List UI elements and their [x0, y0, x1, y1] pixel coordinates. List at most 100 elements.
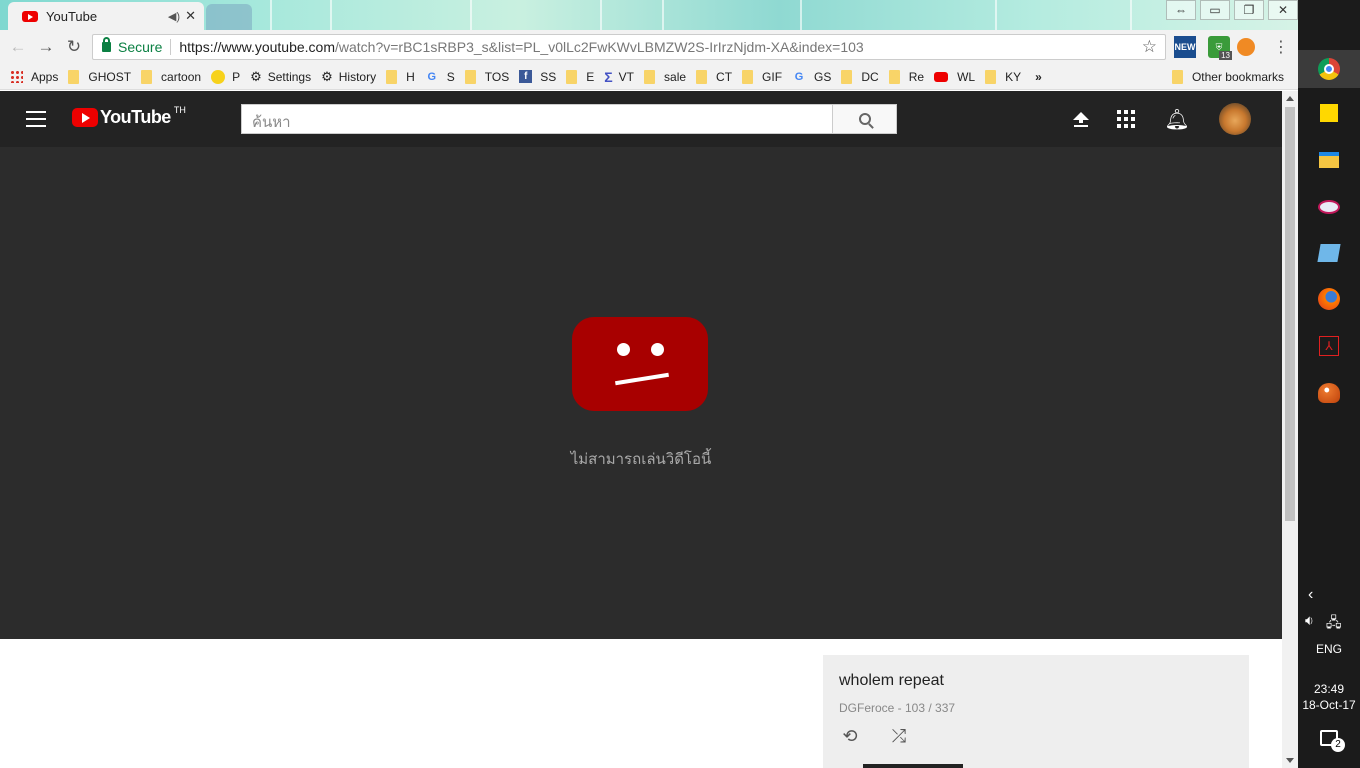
bookmark-ct[interactable]: CT: [696, 69, 732, 84]
search-button[interactable]: [832, 104, 897, 134]
bookmark-sale[interactable]: sale: [644, 69, 686, 84]
address-bar[interactable]: Secure https://www.youtube.com/watch?v=r…: [92, 34, 1166, 60]
google-translate-icon: G: [794, 70, 804, 83]
back-button[interactable]: ←: [4, 33, 32, 61]
shuffle-icon[interactable]: ⤮: [888, 725, 910, 747]
chrome-taskbar-icon[interactable]: [1298, 50, 1360, 88]
tab-close-icon[interactable]: ✕: [185, 8, 196, 24]
bookmark-re[interactable]: Re: [888, 69, 924, 84]
language-indicator[interactable]: ENG: [1298, 642, 1360, 656]
acrobat-pdf-icon[interactable]: ⅄: [1314, 331, 1344, 361]
page-content: wholem repeat DGFeroce - 103 / 337 ⟲ ⤮: [0, 639, 1282, 768]
loop-icon[interactable]: ⟲: [839, 725, 861, 747]
close-window-button[interactable]: ✕: [1268, 0, 1298, 20]
bookmark-cartoon[interactable]: cartoon: [141, 69, 201, 84]
chrome-window: YouTube ◀) ✕ ⇔ ▭ ❐ ✕ ← → ↻ Secure https:…: [0, 0, 1298, 768]
bookmark-apps[interactable]: Apps: [10, 70, 58, 84]
secure-label: Secure: [118, 39, 172, 55]
minimize-button[interactable]: ▭: [1200, 0, 1230, 20]
folder-icon: [841, 69, 853, 84]
apps-icon[interactable]: [1117, 110, 1135, 128]
scroll-down-arrow-icon[interactable]: [1286, 758, 1294, 763]
bookmark-wl[interactable]: WL: [934, 70, 975, 84]
bookmark-vt[interactable]: Σ VT: [604, 69, 634, 85]
url-path: /watch?v=rBC1sRBP3_s&list=PL_v0lLc2FwKWv…: [335, 39, 864, 55]
playlist-panel: wholem repeat DGFeroce - 103 / 337 ⟲ ⤮: [823, 655, 1249, 768]
upload-icon[interactable]: [1069, 107, 1093, 131]
sticky-notes-icon[interactable]: [1314, 98, 1344, 128]
resize-icon[interactable]: ⇔: [1166, 0, 1196, 20]
bookmark-star-icon[interactable]: ☆: [1142, 37, 1157, 57]
bookmark-ss[interactable]: f SS: [519, 70, 556, 84]
tray-expand-icon[interactable]: ‹: [1308, 586, 1313, 604]
clock-time: 23:49: [1313, 682, 1345, 696]
apps-grid-icon: [10, 70, 23, 83]
new-tab-button[interactable]: [206, 4, 252, 30]
notifications-bell-icon[interactable]: 🔔︎: [1164, 107, 1189, 131]
shield-extension-icon[interactable]: ⛨ 13: [1208, 36, 1232, 60]
youtube-favicon-icon: [22, 10, 38, 22]
tab-youtube[interactable]: YouTube ◀) ✕: [8, 2, 204, 30]
url-text: https://www.youtube.com/watch?v=rBC1sRBP…: [171, 39, 863, 55]
bookmark-dc[interactable]: DC: [841, 69, 879, 84]
scroll-up-arrow-icon[interactable]: [1286, 96, 1294, 101]
bookmark-history[interactable]: ⚙ History: [321, 69, 376, 85]
lock-icon: [102, 37, 111, 52]
bookmarks-overflow-button[interactable]: »: [1035, 70, 1042, 84]
google-icon: G: [427, 70, 437, 83]
playlist-item-thumbnail[interactable]: [863, 764, 963, 768]
notebook-app-icon[interactable]: [1314, 238, 1344, 268]
scrollbar-thumb[interactable]: [1285, 107, 1295, 521]
forward-button[interactable]: →: [32, 33, 60, 61]
youtube-logo[interactable]: YouTube TH: [72, 105, 186, 128]
snipping-tool-icon[interactable]: [1314, 192, 1344, 222]
bookmark-gs[interactable]: G GS: [792, 70, 832, 84]
tab-title: YouTube: [46, 8, 98, 24]
search-icon: [858, 113, 871, 125]
folder-icon: [566, 69, 578, 84]
chrome-menu-icon[interactable]: ⋮: [1270, 36, 1292, 58]
news-extension-icon[interactable]: NEW: [1174, 36, 1196, 58]
playlist-meta[interactable]: DGFeroce - 103 / 337: [839, 701, 955, 715]
search-input[interactable]: ค้นหา: [241, 104, 833, 134]
folder-icon: [1171, 69, 1183, 84]
video-player[interactable]: ไม่สามารถเล่นวิดีโอนี้: [0, 147, 1282, 639]
bookmark-ghost[interactable]: GHOST: [68, 69, 131, 84]
clock-date: 18-Oct-17: [1302, 698, 1356, 712]
basketball-extension-icon[interactable]: [1237, 38, 1255, 56]
windows-start-icon[interactable]: [1320, 12, 1338, 30]
file-explorer-icon[interactable]: [1314, 145, 1344, 175]
page-scrollbar[interactable]: [1282, 91, 1298, 768]
tab-strip: YouTube ◀) ✕ ⇔ ▭ ❐ ✕: [0, 0, 1298, 30]
notification-count: 2: [1331, 738, 1345, 752]
playlist-title[interactable]: wholem repeat: [839, 672, 944, 690]
volume-icon[interactable]: 🔉︎: [1305, 612, 1314, 636]
folder-icon: [644, 69, 656, 84]
sad-face-error-icon: [572, 317, 708, 411]
bookmark-settings[interactable]: ⚙ Settings: [250, 69, 311, 85]
folder-icon: [742, 69, 754, 84]
bookmark-e[interactable]: E: [566, 69, 594, 84]
reload-button[interactable]: ↻: [60, 33, 88, 61]
facebook-icon: f: [519, 70, 533, 83]
folder-icon: [888, 69, 900, 84]
mushroom-app-icon[interactable]: [1314, 378, 1344, 408]
menu-icon[interactable]: [26, 111, 46, 127]
youtube-header: YouTube TH ค้นหา 🔔︎: [0, 91, 1282, 147]
clock[interactable]: 23:49 18-Oct-17: [1298, 681, 1360, 713]
avatar[interactable]: [1219, 103, 1251, 135]
bookmark-ky[interactable]: KY: [985, 69, 1021, 84]
network-icon[interactable]: 🖧︎: [1326, 612, 1342, 636]
speaker-icon[interactable]: ◀): [168, 10, 180, 23]
bookmark-h[interactable]: H: [386, 69, 415, 84]
browser-toolbar: ← → ↻ Secure https://www.youtube.com/wat…: [0, 30, 1298, 64]
other-bookmarks[interactable]: Other bookmarks: [1171, 69, 1284, 84]
action-center-icon[interactable]: 2: [1320, 730, 1345, 752]
extension-badge: 13: [1219, 51, 1232, 60]
restore-button[interactable]: ❐: [1234, 0, 1264, 20]
bookmark-gif[interactable]: GIF: [742, 69, 782, 84]
bookmark-tos[interactable]: TOS: [464, 69, 509, 84]
firefox-icon[interactable]: [1314, 284, 1344, 314]
bookmark-p[interactable]: P: [211, 69, 240, 84]
bookmark-s[interactable]: GS: [425, 70, 454, 84]
